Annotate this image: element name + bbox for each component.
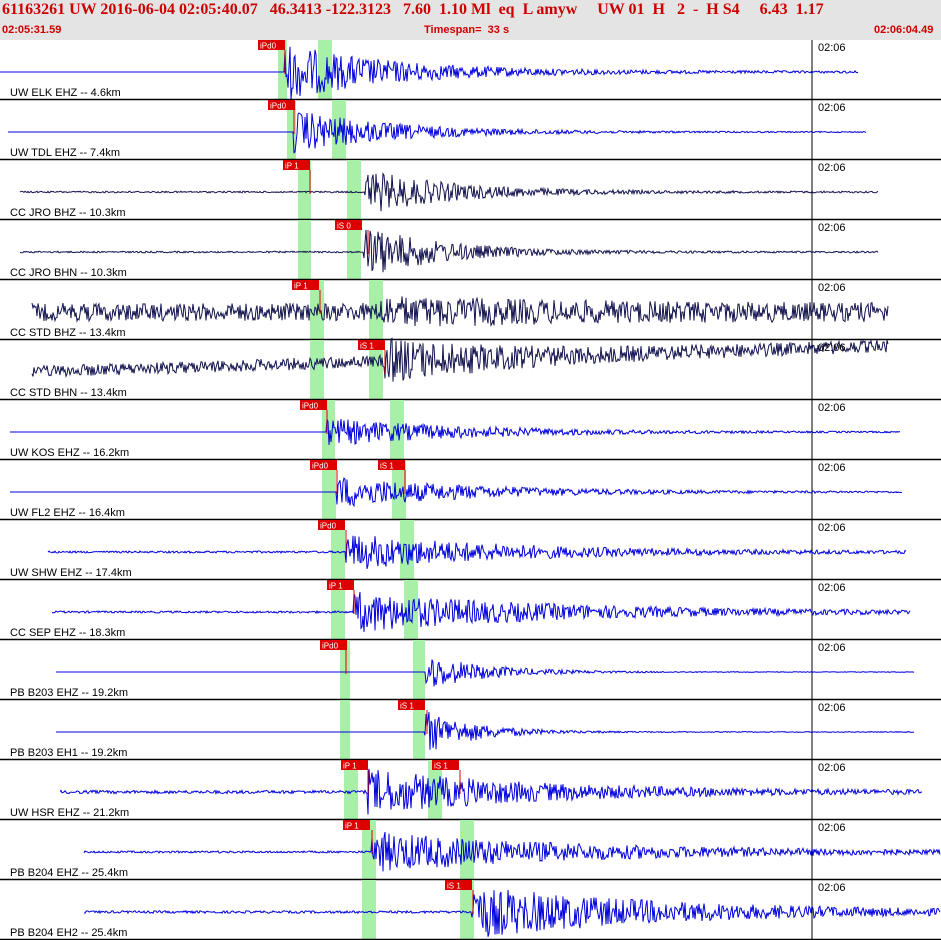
phase-window [298,220,311,280]
trace-panel[interactable]: iPd0 iPd0 iP 1 iS 0 iP 1 iS 1 iPd0 iPd0 iS 1 iPd0… [0,40,941,940]
waveform-trace [10,477,903,508]
phase-window [413,640,425,700]
waveform-trace [31,296,889,327]
trace-label: PB B204 EH2 -- 25.4km [10,927,128,939]
trace-label: UW KOS EHZ -- 16.2km [10,447,130,459]
seismogram-viewer: 61163261 UW 2016-06-04 02:05:40.07 46.34… [0,0,941,940]
pick-label: iP 1 [343,762,357,771]
pick-label: iP 1 [285,162,299,171]
minute-tick-label: 02:06 [818,42,846,54]
waveform-trace [51,591,911,632]
trace-label: CC STD BHZ -- 13.4km [10,327,126,339]
pick-label: iS 1 [434,762,448,771]
pick-label: iP 1 [294,282,308,291]
trace-label: PB B203 EH1 -- 19.2km [10,747,128,759]
phase-window [310,340,324,400]
start-time: 02:05:31.59 [2,24,62,36]
waveform-trace [0,46,859,100]
pick-label: iPd0 [322,642,339,651]
waveform-trace [19,229,879,273]
waveform-trace [19,172,879,212]
event-title: 61163261 UW 2016-06-04 02:05:40.07 46.34… [2,1,824,18]
minute-tick-label: 02:06 [818,402,846,414]
pick-label: iS 1 [360,342,374,351]
pick-label: iS 1 [447,882,461,891]
minute-tick-label: 02:06 [818,342,846,354]
phase-window [362,880,376,940]
minute-tick-label: 02:06 [818,462,846,474]
pick-label: iS 0 [337,222,351,231]
pick-label: iPd0 [270,102,287,111]
pick-label: iPd0 [320,522,337,531]
phase-window [347,160,361,220]
pick-label: iS 1 [380,462,394,471]
phase-window [340,700,350,760]
trace-label: UW SHW EHZ -- 17.4km [10,567,132,579]
pick-label: iS 1 [400,702,414,711]
waveform-trace [47,535,907,570]
phase-window [400,520,414,580]
trace-label: CC JRO BHZ -- 10.3km [10,207,126,219]
waveform-trace [31,337,889,382]
minute-tick-label: 02:06 [818,522,846,534]
trace-label: CC SEP EHZ -- 18.3km [10,627,126,639]
waveform-trace [56,712,914,750]
waveform-trace [8,112,867,154]
trace-label: UW HSR EHZ -- 21.2km [10,807,130,819]
waveform-trace [56,659,915,687]
minute-tick-label: 02:06 [818,582,846,594]
minute-tick-label: 02:06 [818,702,846,714]
pick-label: iPd0 [312,462,329,471]
minute-tick-label: 02:06 [818,762,846,774]
pick-label: iPd0 [260,42,277,51]
end-time: 02:06:04.49 [874,24,934,36]
waveform-trace [10,418,901,445]
pick-label: iP 1 [345,822,359,831]
timespan-label: Timespan= 33 s [424,24,510,36]
minute-tick-label: 02:06 [818,162,846,174]
minute-tick-label: 02:06 [818,822,846,834]
trace-label: CC JRO BHN -- 10.3km [10,267,127,279]
minute-tick-label: 02:06 [818,282,846,294]
minute-tick-label: 02:06 [818,642,846,654]
trace-label: PB B203 EHZ -- 19.2km [10,687,128,699]
minute-tick-label: 02:06 [818,222,846,234]
trace-label: UW TDL EHZ -- 7.4km [10,147,121,159]
pick-label: iP 1 [329,582,343,591]
trace-label: CC STD BHN -- 13.4km [10,387,127,399]
minute-tick-label: 02:06 [818,882,846,894]
trace-label: PB B204 EHZ -- 25.4km [10,867,128,879]
event-header: 61163261 UW 2016-06-04 02:05:40.07 46.34… [0,0,941,40]
trace-label: UW FL2 EHZ -- 16.4km [10,507,125,519]
waveform-trace [59,768,923,815]
minute-tick-label: 02:06 [818,102,846,114]
trace-label: UW ELK EHZ -- 4.6km [10,87,121,99]
pick-label: iPd0 [302,402,319,411]
